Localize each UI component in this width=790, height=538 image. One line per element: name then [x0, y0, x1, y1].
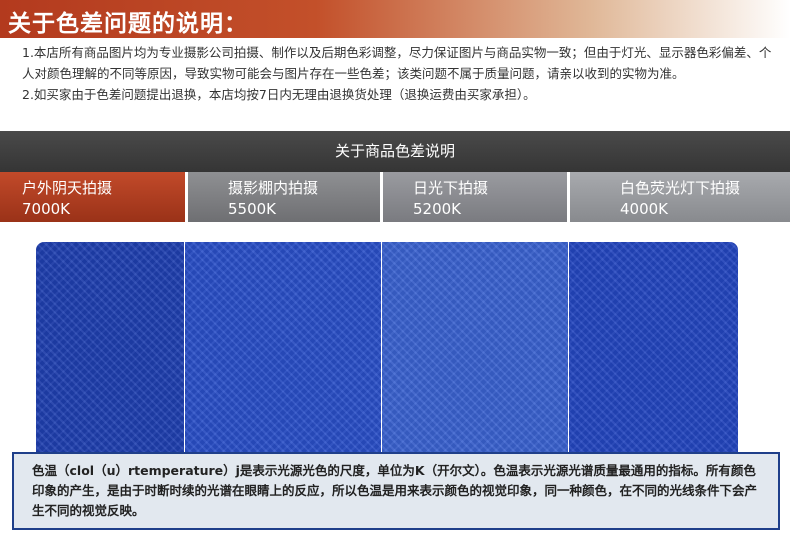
- note-2: 2.如买家由于色差问题提出退换，本店均按7日内无理由退换货处理（退换运费由买家承…: [22, 87, 536, 102]
- condition-outdoor-cloudy: 户外阴天拍摄 7000K: [0, 172, 185, 222]
- color-diff-header: 关于商品色差说明: [0, 131, 790, 172]
- condition-temp: 5200K: [413, 200, 462, 218]
- condition-label: 日光下拍摄: [413, 179, 489, 197]
- condition-label: 摄影棚内拍摄: [228, 179, 319, 197]
- condition-label: 白色荧光灯下拍摄: [620, 179, 741, 197]
- notes-section: 1.本店所有商品图片均为专业摄影公司拍摄、制作以及后期色彩调整，尽力保证图片与商…: [22, 42, 780, 105]
- condition-daylight: 日光下拍摄 5200K: [383, 172, 567, 222]
- lighting-conditions: 户外阴天拍摄 7000K 摄影棚内拍摄 5500K 日光下拍摄 5200K 白色…: [0, 172, 790, 222]
- title-bar: 关于色差问题的说明：: [0, 0, 790, 38]
- condition-studio: 摄影棚内拍摄 5500K: [188, 172, 380, 222]
- condition-temp: 5500K: [228, 200, 277, 218]
- condition-temp: 7000K: [22, 200, 71, 218]
- condition-temp: 4000K: [620, 200, 669, 218]
- condition-fluorescent: 白色荧光灯下拍摄 4000K: [570, 172, 790, 222]
- header-title: 关于商品色差说明: [334, 142, 455, 160]
- condition-label: 户外阴天拍摄: [22, 179, 113, 197]
- color-temperature-info: 色温（clol（u）rtemperature）j是表示光源光色的尺度，单位为K（…: [12, 452, 780, 530]
- note-1: 1.本店所有商品图片均为专业摄影公司拍摄、制作以及后期色彩调整，尽力保证图片与商…: [22, 45, 772, 81]
- page-title: 关于色差问题的说明：: [8, 11, 248, 37]
